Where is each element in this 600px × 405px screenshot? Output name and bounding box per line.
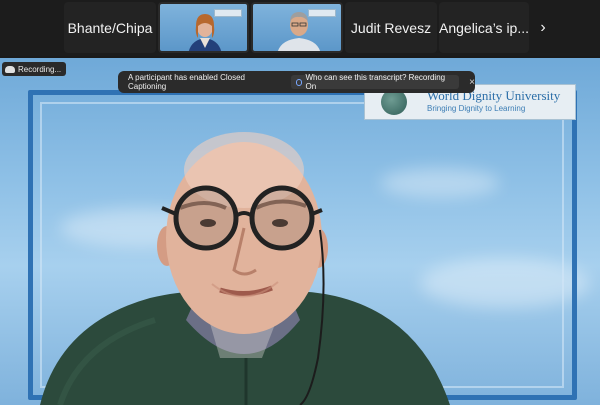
participant-woman-video	[188, 14, 222, 51]
person-info-icon	[295, 78, 303, 86]
participant-name: Angelica’s ip...	[439, 19, 529, 36]
transcript-link-label: Who can see this transcript? Recording O…	[305, 73, 446, 91]
participant-man-video	[277, 12, 321, 51]
close-icon[interactable]: ×	[469, 77, 475, 88]
speaker-figure	[40, 132, 450, 405]
participant-tile-angelica[interactable]: Angelica’s ip...	[439, 2, 529, 53]
participant-tile-bhante[interactable]: Bhante/Chipa	[64, 2, 156, 53]
participant-video-tile-woman[interactable]	[158, 2, 249, 53]
participant-name: Judit Revesz	[350, 19, 432, 36]
participant-strip: Bhante/Chipa Judit Revesz Angelica’s ip.…	[0, 0, 600, 56]
cloud-recording-icon	[5, 65, 15, 73]
transcript-visibility-link[interactable]: Who can see this transcript? Recording O…	[290, 73, 460, 91]
closed-caption-notification: A participant has enabled Closed Caption…	[118, 71, 475, 93]
main-video: World Dignity University Bringing Dignit…	[0, 58, 600, 405]
recording-label: Recording...	[18, 64, 62, 74]
participant-name: Bhante/Chipa	[67, 19, 153, 36]
participant-tile-judit[interactable]: Judit Revesz	[345, 2, 437, 53]
caption-message: A participant has enabled Closed Caption…	[128, 73, 245, 91]
chevron-right-icon: ›	[540, 18, 546, 36]
recording-indicator[interactable]: Recording...	[2, 62, 67, 76]
participant-video-tile-man[interactable]	[251, 2, 343, 53]
next-page-button[interactable]: ›	[531, 2, 555, 53]
